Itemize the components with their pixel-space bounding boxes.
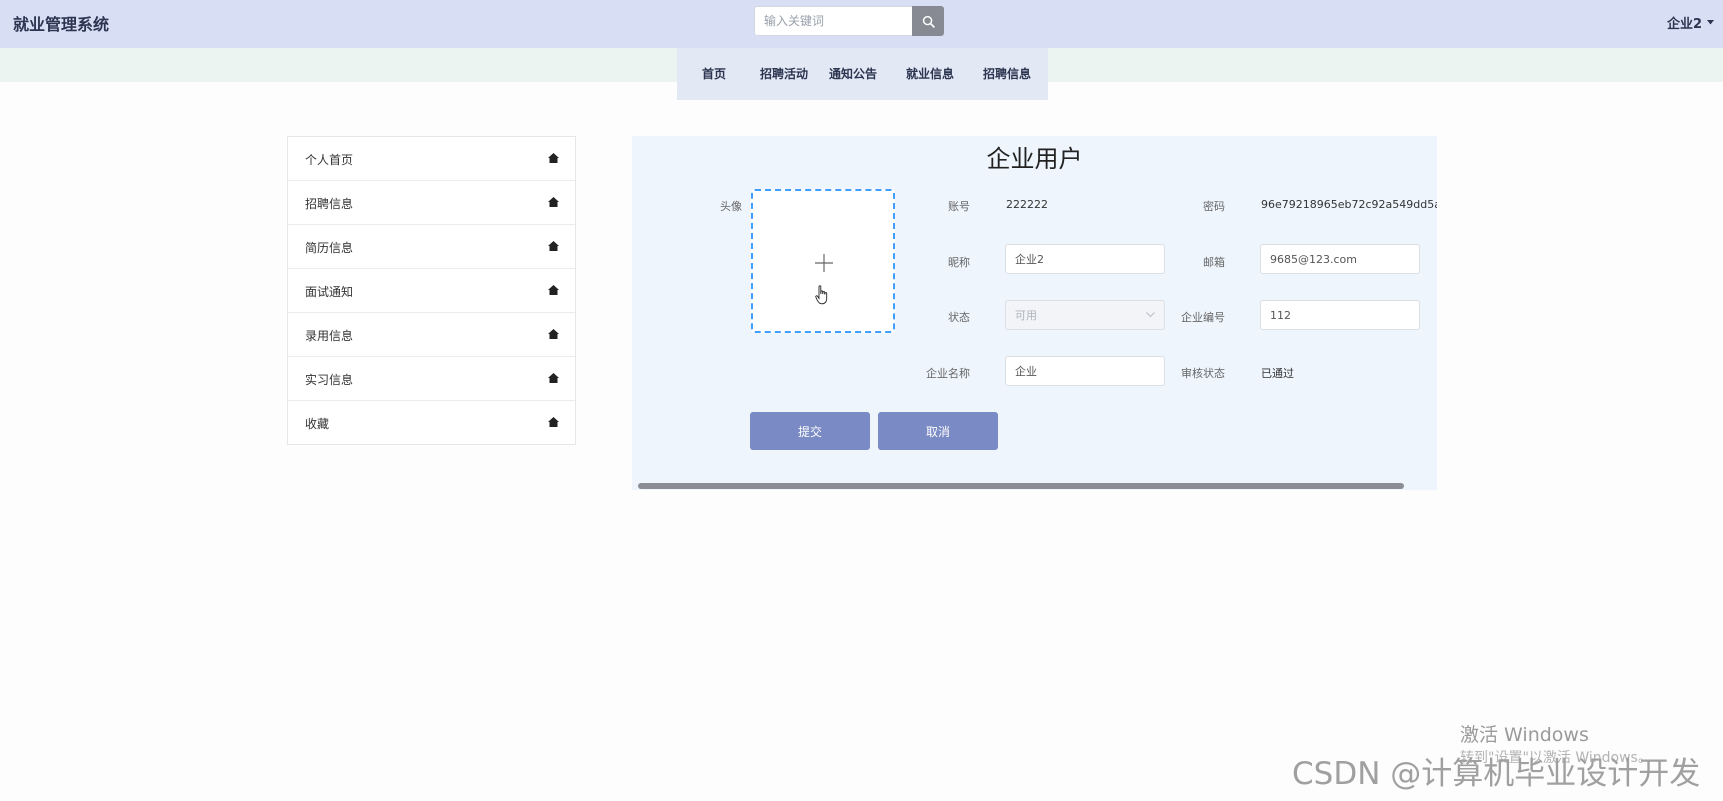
cancel-button[interactable]: 取消 — [878, 412, 998, 450]
nav-item-recruit-info[interactable]: 招聘信息 — [983, 65, 1031, 82]
sidebar-item-label: 简历信息 — [305, 241, 354, 255]
activate-windows-watermark: 激活 Windows — [1460, 724, 1589, 746]
company-number-label: 企业编号 — [1181, 311, 1225, 324]
status-selected-value: 可用 — [1015, 309, 1037, 322]
nickname-label: 昵称 — [948, 256, 970, 269]
user-name: 企业2 — [1666, 17, 1702, 32]
form-title: 企业用户 — [986, 145, 1083, 173]
sidebar-item-favorites[interactable]: 收藏 — [288, 401, 575, 444]
home-icon — [548, 241, 559, 251]
home-icon — [548, 285, 559, 295]
avatar-upload[interactable] — [751, 189, 895, 333]
email-label: 邮箱 — [1203, 256, 1225, 269]
hand-cursor-icon — [815, 285, 828, 305]
account-value: 222222 — [1006, 198, 1048, 211]
home-icon — [548, 153, 559, 163]
sidebar-item-hiring-info[interactable]: 录用信息 — [288, 313, 575, 357]
main-nav: 首页 招聘活动 通知公告 就业信息 招聘信息 — [677, 48, 1048, 100]
status-select[interactable]: 可用 — [1005, 300, 1165, 330]
sidebar-item-label: 录用信息 — [305, 329, 354, 343]
sidebar-item-personal-home[interactable]: 个人首页 — [288, 137, 575, 181]
sidebar-item-label: 招聘信息 — [305, 197, 354, 211]
search-button[interactable] — [912, 6, 944, 36]
csdn-watermark: CSDN @计算机毕业设计开发 — [1292, 756, 1701, 792]
search-icon — [922, 15, 935, 28]
sidebar-item-label: 个人首页 — [305, 153, 354, 167]
company-number-field[interactable] — [1260, 300, 1420, 330]
sidebar-item-label: 实习信息 — [305, 373, 354, 387]
account-label: 账号 — [948, 200, 970, 213]
sidebar-item-label: 收藏 — [305, 417, 330, 431]
avatar-label: 头像 — [720, 200, 742, 213]
nav-item-recruit-events[interactable]: 招聘活动 — [760, 65, 808, 82]
app-title: 就业管理系统 — [13, 15, 110, 34]
audit-status-value: 已通过 — [1261, 367, 1294, 380]
plus-icon — [815, 254, 833, 272]
caret-down-icon — [1707, 20, 1714, 25]
company-name-label: 企业名称 — [926, 367, 970, 380]
home-icon — [548, 417, 559, 427]
sidebar-item-label: 面试通知 — [305, 285, 354, 299]
password-value: 96e79218965eb72c92a549dd5a3 — [1261, 198, 1437, 211]
password-label: 密码 — [1203, 200, 1225, 213]
profile-form-panel: 企业用户 头像 账号 222222 密码 96e79218965eb72c92a… — [632, 136, 1437, 490]
horizontal-scrollbar[interactable] — [638, 483, 1404, 489]
status-label: 状态 — [948, 311, 970, 324]
home-icon — [548, 373, 559, 383]
sidebar-item-resume-info[interactable]: 简历信息 — [288, 225, 575, 269]
nickname-field[interactable] — [1005, 244, 1165, 274]
home-icon — [548, 197, 559, 207]
sidebar-item-internship-info[interactable]: 实习信息 — [288, 357, 575, 401]
submit-button[interactable]: 提交 — [750, 412, 870, 450]
sidebar-item-interview-notice[interactable]: 面试通知 — [288, 269, 575, 313]
audit-status-label: 审核状态 — [1181, 367, 1225, 380]
nav-item-notices[interactable]: 通知公告 — [829, 65, 877, 82]
sidebar-item-recruit-info[interactable]: 招聘信息 — [288, 181, 575, 225]
company-name-field[interactable] — [1005, 356, 1165, 386]
search-input[interactable] — [754, 6, 912, 36]
nav-item-home[interactable]: 首页 — [702, 65, 726, 82]
top-header: 就业管理系统 企业2 — [0, 0, 1723, 48]
nav-item-employment-info[interactable]: 就业信息 — [906, 65, 954, 82]
sidebar: 个人首页 招聘信息 简历信息 面试通知 录用信息 实习信息 收藏 — [287, 136, 576, 445]
search-bar — [754, 6, 944, 36]
home-icon — [548, 329, 559, 339]
user-menu[interactable]: 企业2 — [1667, 13, 1714, 32]
chevron-down-icon — [1146, 312, 1155, 318]
email-field[interactable] — [1260, 244, 1420, 274]
